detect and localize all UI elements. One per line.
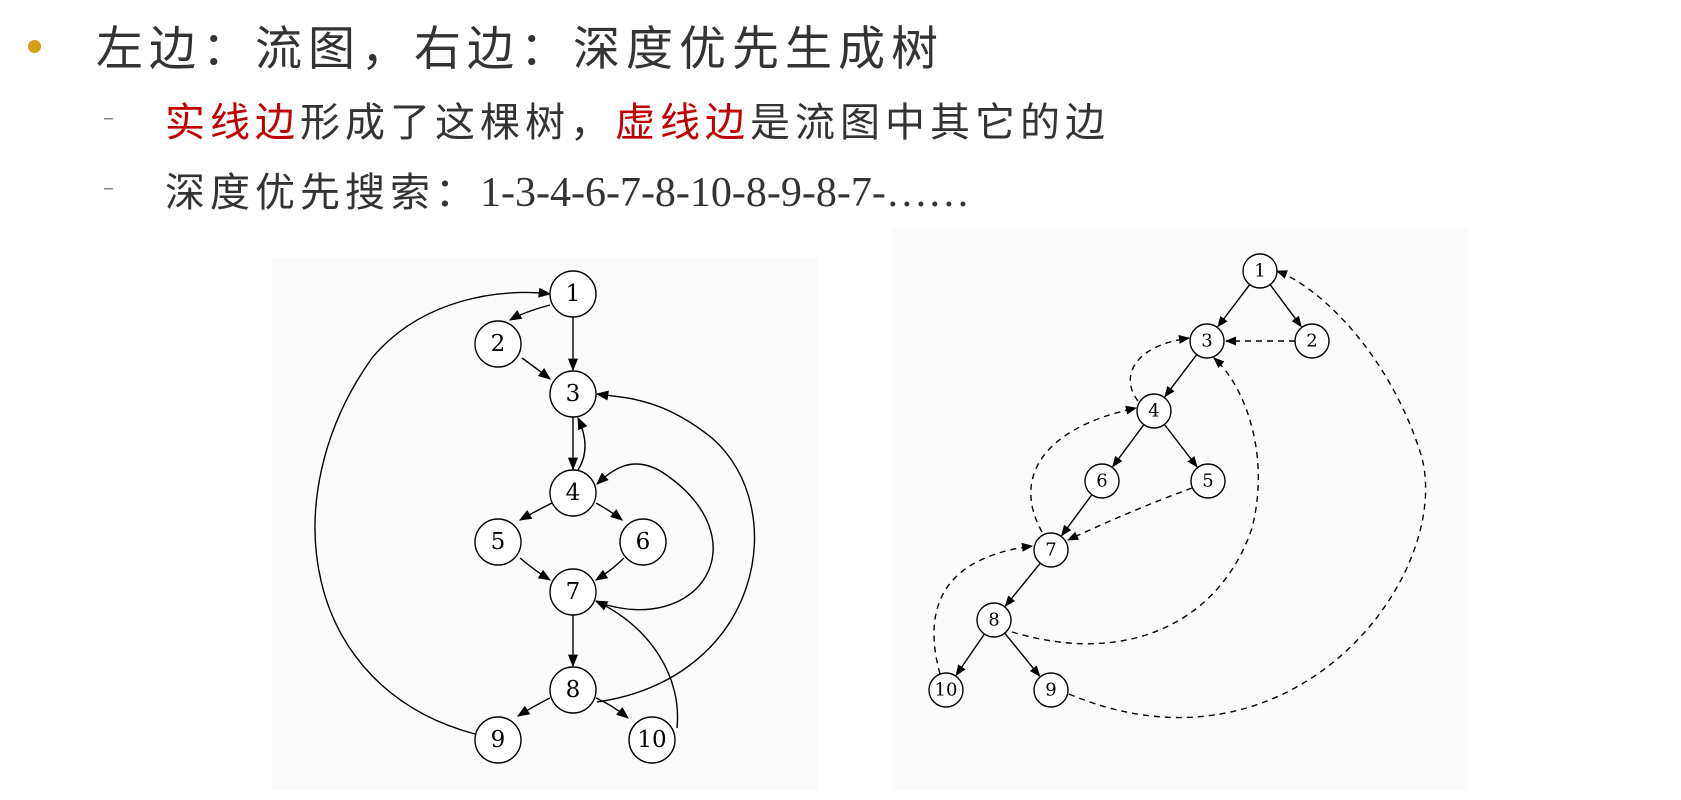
edge-10-7 xyxy=(594,600,679,729)
node-2: 2 xyxy=(474,320,522,368)
node-label: 10 xyxy=(637,727,666,753)
bullet-edge-legend: 实线边形成了这棵树，虚线边是流图中其它的边 xyxy=(165,90,1110,148)
dfs-label: 深度优先搜索： xyxy=(165,170,480,216)
edge-6-7 xyxy=(594,557,625,581)
edge-1-2 xyxy=(1269,284,1302,328)
node-label: 4 xyxy=(1148,401,1159,422)
edge-4-3-dashed xyxy=(1129,334,1191,402)
bullet-dot xyxy=(28,40,41,53)
flow-graph: 1 2 3 4 5 6 7 8 9 10 xyxy=(314,270,756,764)
node-label: 7 xyxy=(1045,540,1056,561)
dfs-sequence: 1-3-4-6-7-8-10-8-9-8-7-…… xyxy=(480,170,970,216)
node-3: 3 xyxy=(549,370,597,418)
edge-1-2 xyxy=(508,304,551,321)
node-label: 2 xyxy=(491,331,506,357)
node-label: 9 xyxy=(491,727,506,753)
edge-8-9 xyxy=(1004,632,1041,677)
edge-7-8 xyxy=(1004,562,1041,607)
edge-1-3 xyxy=(1217,284,1251,328)
node-label: 1 xyxy=(1254,261,1265,282)
edge-2-3 xyxy=(521,357,551,380)
node-6: 6 xyxy=(619,518,667,566)
edge-4-5 xyxy=(1163,424,1198,468)
node-1: 1 xyxy=(1242,253,1278,289)
node-9: 9 xyxy=(474,716,522,764)
edge-5-7 xyxy=(519,557,552,581)
bullet-text-part: 形成了这棵树， xyxy=(300,100,615,146)
node-2: 2 xyxy=(1294,323,1330,359)
node-8: 8 xyxy=(976,602,1012,638)
edge-8-10 xyxy=(955,633,985,677)
flow-graph-panel: 1 2 3 4 5 6 7 8 9 10 xyxy=(272,258,818,790)
edge-9-1-dashed xyxy=(1068,270,1427,719)
node-4: 4 xyxy=(1136,393,1172,429)
edge-5-7-dashed xyxy=(1066,487,1193,541)
bullet-dfs-order: 深度优先搜索：1-3-4-6-7-8-10-8-9-8-7-…… xyxy=(165,160,970,218)
node-9: 9 xyxy=(1033,672,1069,708)
node-7: 7 xyxy=(1033,532,1069,568)
node-label: 4 xyxy=(566,480,581,506)
node-label: 9 xyxy=(1045,680,1056,701)
sub-bullet-dash: – xyxy=(103,106,114,131)
edge-4-6 xyxy=(1112,424,1145,468)
node-5: 5 xyxy=(474,518,522,566)
dfs-tree-panel: 1 2 3 4 5 6 7 8 9 10 xyxy=(892,228,1468,790)
node-5: 5 xyxy=(1190,463,1226,499)
bullet-text-part: 是流图中其它的边 xyxy=(750,100,1110,146)
node-label: 7 xyxy=(566,579,581,605)
node-label: 6 xyxy=(636,529,651,555)
solid-edge-term: 实线边 xyxy=(165,100,300,146)
sub-bullet-dash: – xyxy=(103,176,114,201)
node-1: 1 xyxy=(549,270,597,318)
node-label: 1 xyxy=(566,281,581,307)
node-label: 3 xyxy=(1201,331,1212,352)
node-10: 10 xyxy=(628,716,676,764)
node-label: 3 xyxy=(566,381,581,407)
edge-7-4-dashed xyxy=(1030,405,1138,533)
node-label: 6 xyxy=(1096,471,1107,492)
node-8: 8 xyxy=(549,666,597,714)
edge-4-3 xyxy=(577,416,588,471)
dashed-edge-term: 虚线边 xyxy=(615,100,750,146)
edge-3-4 xyxy=(1164,354,1198,398)
edge-4-6 xyxy=(595,502,623,521)
node-3: 3 xyxy=(1189,323,1225,359)
node-label: 8 xyxy=(566,677,581,703)
node-label: 10 xyxy=(935,680,958,701)
node-4: 4 xyxy=(549,469,597,517)
node-label: 2 xyxy=(1306,331,1317,352)
dfs-tree: 1 2 3 4 5 6 7 8 9 10 xyxy=(928,253,1427,719)
edge-6-7 xyxy=(1061,494,1093,537)
node-7: 7 xyxy=(549,568,597,616)
node-label: 8 xyxy=(988,610,999,631)
edge-8-10 xyxy=(595,697,629,719)
node-label: 5 xyxy=(491,529,506,555)
node-6: 6 xyxy=(1084,463,1120,499)
slide-heading: 左边：流图，右边：深度优先生成树 xyxy=(96,22,944,77)
edge-4-5 xyxy=(518,502,553,521)
edge-8-3-dashed xyxy=(1011,357,1259,645)
edge-8-9 xyxy=(516,697,551,717)
node-label: 5 xyxy=(1202,471,1213,492)
node-10: 10 xyxy=(928,672,964,708)
